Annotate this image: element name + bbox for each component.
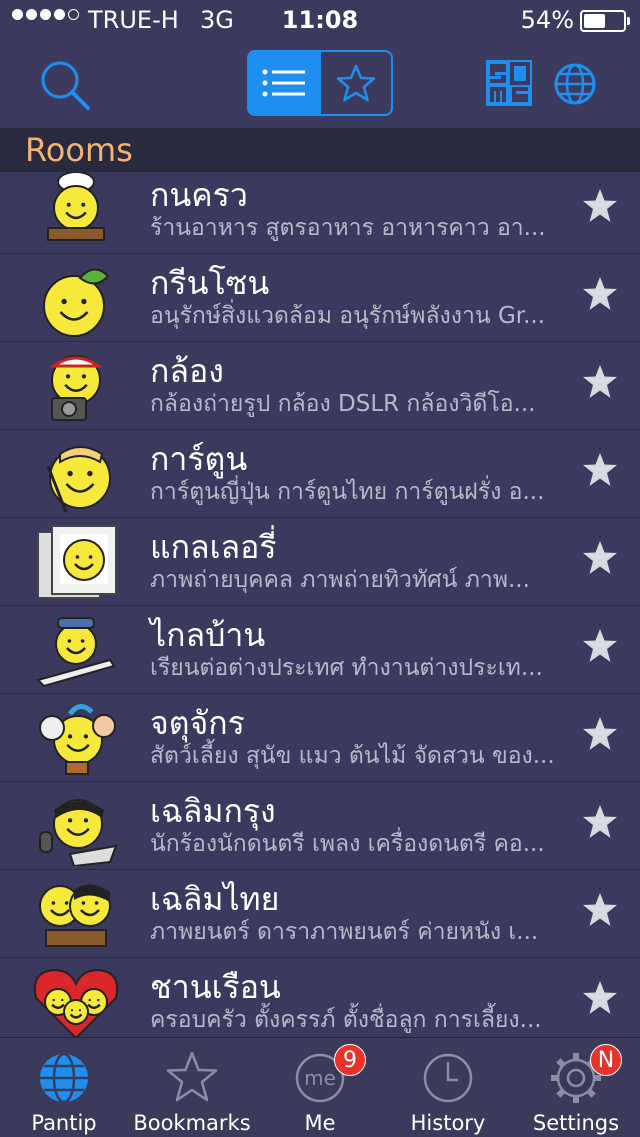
singer-smiley-icon bbox=[30, 788, 122, 868]
room-row[interactable]: เฉลิมไทย ภาพยนตร์ ดาราภาพยนตร์ ค่ายหนัง … bbox=[0, 870, 640, 958]
room-list[interactable]: กนครว ร้านอาหาร สูตรอาหาร อาหารคาว อา...… bbox=[0, 172, 640, 1037]
tab-bookmarks[interactable]: Bookmarks bbox=[128, 1038, 256, 1137]
bookmark-star-button[interactable] bbox=[582, 364, 618, 400]
room-subtitle: การ์ตูนญี่ปุ่น การ์ตูนไทย การ์ตูนฝรั่ง อ… bbox=[150, 479, 545, 505]
room-row[interactable]: ชานเรือน ครอบครัว ตั้งครรภ์ ตั้งชื่อลูก … bbox=[0, 958, 640, 1037]
tab-me[interactable]: me 9 Me bbox=[256, 1038, 384, 1137]
tab-history[interactable]: History bbox=[384, 1038, 512, 1137]
photo-frame-smiley-icon bbox=[30, 524, 122, 602]
room-row[interactable]: แกลเลอรี่ ภาพถ่ายบุคคล ภาพถ่ายทิวทัศน์ ภ… bbox=[0, 518, 640, 606]
room-subtitle: ภาพยนตร์ ดาราภาพยนตร์ ค่ายหนัง เ... bbox=[150, 919, 539, 945]
search-button[interactable] bbox=[38, 58, 92, 112]
room-subtitle: อนุรักษ์สิ่งแวดล้อม อนุรักษ์พลังงาน Gr..… bbox=[150, 303, 546, 329]
notification-badge: N bbox=[590, 1044, 622, 1076]
room-subtitle: เรียนต่อต่างประเทศ ทำงานต่างประเท... bbox=[150, 655, 543, 681]
room-row[interactable]: จตุจักร สัตว์เลี้ยง สุนัข แมว ต้นไม้ จัด… bbox=[0, 694, 640, 782]
leaf-smiley-icon bbox=[30, 260, 122, 338]
movie-smiley-icon bbox=[30, 876, 122, 954]
bookmark-star-button[interactable] bbox=[582, 804, 618, 840]
tab-pantip[interactable]: Pantip bbox=[0, 1038, 128, 1137]
search-icon bbox=[41, 61, 90, 110]
clock-icon bbox=[423, 1053, 473, 1103]
notification-badge: 9 bbox=[334, 1044, 366, 1076]
star-outline-icon bbox=[336, 64, 376, 102]
room-row[interactable]: ไกลบ้าน เรียนต่อต่างประเทศ ทำงานต่างประเ… bbox=[0, 606, 640, 694]
bookmark-star-button[interactable] bbox=[582, 716, 618, 752]
tab-bar: Pantip Bookmarks me 9 Me History N Setti… bbox=[0, 1037, 640, 1137]
room-subtitle: กล้องถ่ายรูป กล้อง DSLR กล้องวิดีโอ... bbox=[150, 391, 536, 417]
star-icon bbox=[166, 1051, 218, 1102]
bookmark-star-button[interactable] bbox=[582, 276, 618, 312]
tab-settings[interactable]: N Settings bbox=[512, 1038, 640, 1137]
room-subtitle: ภาพถ่ายบุคคล ภาพถ่ายทิวทัศน์ ภาพ... bbox=[150, 567, 530, 593]
room-subtitle: ร้านอาหาร สูตรอาหาร อาหารคาว อา... bbox=[150, 215, 546, 241]
family-heart-icon bbox=[30, 964, 122, 1037]
artist-smiley-icon bbox=[30, 436, 122, 514]
status-bar: TRUE-H 3G 11:08 54% bbox=[0, 0, 640, 40]
navigation-bar bbox=[0, 40, 640, 129]
room-row[interactable]: การ์ตูน การ์ตูนญี่ปุ่น การ์ตูนไทย การ์ตู… bbox=[0, 430, 640, 518]
bookmark-star-button[interactable] bbox=[582, 188, 618, 224]
room-row[interactable]: กนครว ร้านอาหาร สูตรอาหาร อาหารคาว อา... bbox=[0, 172, 640, 254]
section-header-rooms: Rooms bbox=[0, 128, 640, 172]
some-logo-icon bbox=[486, 60, 532, 106]
chef-smiley-icon bbox=[30, 172, 122, 250]
tab-label: Me bbox=[304, 1111, 336, 1135]
globe-icon bbox=[554, 63, 596, 105]
room-subtitle: สัตว์เลี้ยง สุนัข แมว ต้นไม้ จัดสวน ของ.… bbox=[150, 743, 555, 769]
tab-label: Pantip bbox=[31, 1111, 97, 1135]
airplane-smiley-icon bbox=[30, 612, 122, 690]
room-row[interactable]: เฉลิมกรุง นักร้องนักดนตรี เพลง เครื่องดน… bbox=[0, 782, 640, 870]
room-subtitle: ครอบครัว ตั้งครรภ์ ตั้งชื่อลูก การเลี้ยง… bbox=[150, 1007, 542, 1033]
bookmark-star-button[interactable] bbox=[582, 452, 618, 488]
language-button[interactable] bbox=[553, 62, 597, 106]
battery-percentage: 54% bbox=[520, 6, 574, 34]
pets-smiley-icon bbox=[30, 700, 122, 778]
globe-icon bbox=[40, 1052, 88, 1104]
bookmark-star-button[interactable] bbox=[582, 628, 618, 664]
tab-label: Bookmarks bbox=[133, 1111, 251, 1135]
list-view-button[interactable] bbox=[249, 52, 319, 114]
room-subtitle: นักร้องนักดนตรี เพลง เครื่องดนตรี คอ... bbox=[150, 831, 545, 857]
bookmark-star-button[interactable] bbox=[582, 892, 618, 928]
tab-label: History bbox=[410, 1111, 486, 1135]
room-row[interactable]: กล้อง กล้องถ่ายรูป กล้อง DSLR กล้องวิดีโ… bbox=[0, 342, 640, 430]
favorites-view-button[interactable] bbox=[321, 52, 391, 114]
svg-text:me: me bbox=[304, 1066, 336, 1090]
tab-label: Settings bbox=[532, 1111, 620, 1135]
view-mode-segmented-control bbox=[247, 50, 393, 116]
bookmark-star-button[interactable] bbox=[582, 980, 618, 1016]
battery-icon bbox=[580, 10, 630, 32]
bookmark-star-button[interactable] bbox=[582, 540, 618, 576]
room-row[interactable]: กรีนโซน อนุรักษ์สิ่งแวดล้อม อนุรักษ์พลัง… bbox=[0, 254, 640, 342]
some-logo-button[interactable] bbox=[486, 60, 532, 106]
camera-smiley-icon bbox=[30, 348, 122, 426]
list-icon bbox=[262, 69, 305, 97]
